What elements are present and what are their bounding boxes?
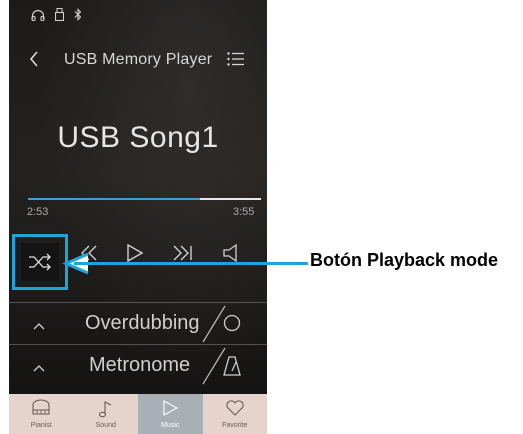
bottom-tab-bar: Pianist Sound Music Favorite <box>9 394 267 434</box>
progress-bar[interactable] <box>28 198 261 200</box>
option-row-overdubbing[interactable]: Overdubbing <box>9 304 267 344</box>
heart-icon <box>226 400 244 416</box>
tab-label: Pianist <box>30 422 52 429</box>
shuffle-icon <box>29 253 51 271</box>
tab-label: Music <box>161 422 180 429</box>
chevron-up-icon[interactable] <box>32 318 46 336</box>
divider <box>9 302 267 303</box>
tab-label: Sound <box>95 422 116 429</box>
music-note-icon <box>98 401 111 418</box>
chevron-left-icon[interactable] <box>29 50 39 73</box>
headphones-icon <box>31 9 45 21</box>
divider <box>9 344 267 345</box>
tab-pianist[interactable]: Pianist <box>9 394 74 434</box>
phone-screen: USB Memory Player USB Song1 2:53 3:55 Ov… <box>9 0 267 434</box>
total-time: 3:55 <box>233 206 255 218</box>
song-title: USB Song1 <box>57 121 219 154</box>
tab-label: Favorite <box>222 422 248 429</box>
option-label: Metronome <box>89 354 191 376</box>
elapsed-time: 2:53 <box>27 206 49 218</box>
usb-icon <box>55 8 64 21</box>
chevron-up-icon[interactable] <box>32 360 46 378</box>
page-title: USB Memory Player <box>64 51 213 68</box>
callout-line <box>74 262 308 265</box>
bluetooth-icon <box>74 8 82 21</box>
play-outline-icon <box>163 400 179 416</box>
list-menu-icon[interactable] <box>227 52 245 71</box>
option-row-metronome[interactable]: Metronome <box>9 346 267 386</box>
status-bar <box>31 8 82 21</box>
tab-music[interactable]: Music <box>138 394 203 434</box>
option-label: Overdubbing <box>85 312 200 334</box>
record-circle-icon[interactable] <box>221 312 243 339</box>
tab-favorite[interactable]: Favorite <box>202 394 267 434</box>
callout-label: Botón Playback mode <box>310 250 499 270</box>
top-bar: USB Memory Player <box>9 48 267 74</box>
playback-mode-button-face <box>21 243 59 281</box>
piano-icon <box>32 399 50 415</box>
tab-sound[interactable]: Sound <box>73 394 138 434</box>
progress-fill <box>28 198 201 200</box>
metronome-icon[interactable] <box>221 354 243 383</box>
